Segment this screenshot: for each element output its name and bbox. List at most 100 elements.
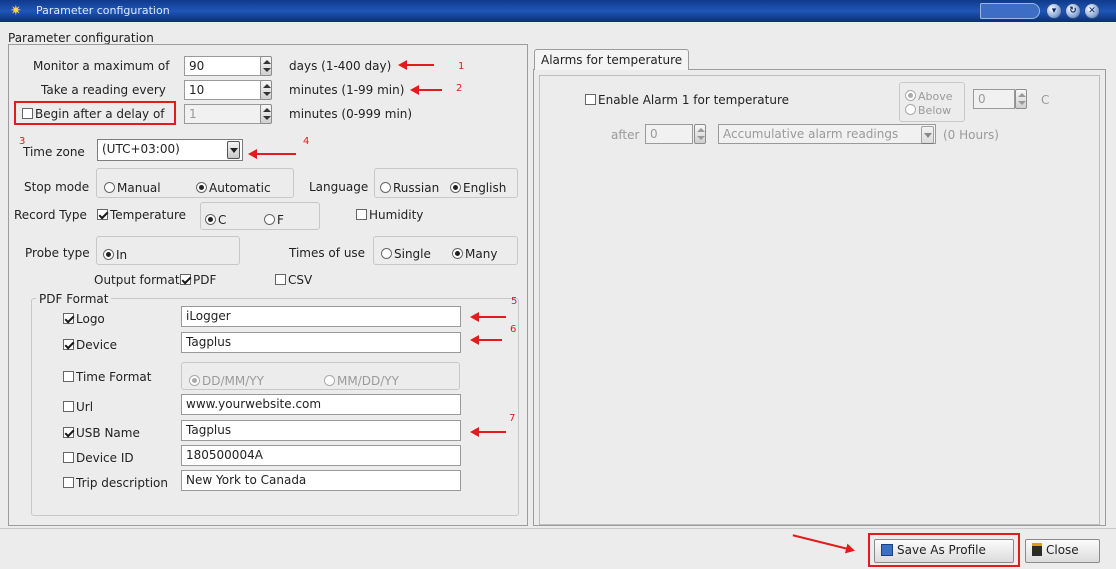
- close-window-button[interactable]: ✕: [1084, 3, 1100, 19]
- reading-input[interactable]: 10: [184, 80, 262, 100]
- language-russian[interactable]: Russian: [380, 181, 439, 195]
- annotation-number-7: 7: [509, 413, 516, 424]
- logo-checkbox[interactable]: [63, 313, 74, 324]
- annotation-number-3: 3: [19, 136, 26, 147]
- window-title: Parameter configuration: [36, 4, 170, 17]
- delay-label: Begin after a delay of: [35, 107, 165, 121]
- english-radio[interactable]: [450, 182, 461, 193]
- output-format-label: Output format: [94, 273, 180, 287]
- device-id-input[interactable]: 180500004A: [181, 445, 461, 466]
- trip-checkbox[interactable]: [63, 477, 74, 488]
- save-as-profile-button[interactable]: Save As Profile: [874, 539, 1014, 563]
- tab-alarms-temperature[interactable]: Alarms for temperature: [534, 49, 690, 70]
- after-label: after: [611, 128, 640, 142]
- threshold-input[interactable]: 0: [973, 89, 1015, 109]
- times-many[interactable]: Many: [452, 247, 497, 261]
- stop-mode-manual[interactable]: Manual: [104, 181, 161, 195]
- annotation-arrow-7: [470, 427, 506, 437]
- time-format-checkbox-row[interactable]: Time Format: [63, 370, 151, 384]
- stop-mode-label: Stop mode: [24, 180, 90, 194]
- reading-spinner[interactable]: [260, 80, 272, 100]
- trip-input[interactable]: New York to Canada: [181, 470, 461, 491]
- csv-checkbox-row[interactable]: CSV: [275, 273, 312, 287]
- device-checkbox[interactable]: [63, 339, 74, 350]
- device-input[interactable]: Tagplus: [181, 332, 461, 353]
- trip-checkbox-row[interactable]: Trip description: [63, 476, 168, 490]
- below-option[interactable]: Below: [905, 104, 951, 117]
- alarm-hours: (0 Hours): [943, 128, 999, 142]
- annotation-number-4: 4: [303, 136, 310, 147]
- russian-radio[interactable]: [380, 182, 391, 193]
- time-format-ddmmyy[interactable]: DD/MM/YY: [189, 374, 264, 388]
- pdf-checkbox[interactable]: [180, 274, 191, 285]
- below-radio[interactable]: [905, 104, 916, 115]
- times-single[interactable]: Single: [381, 247, 431, 261]
- many-radio[interactable]: [452, 248, 463, 259]
- restore-button[interactable]: ↻: [1065, 3, 1081, 19]
- panel-title: Parameter configuration: [8, 31, 154, 45]
- manual-radio[interactable]: [104, 182, 115, 193]
- alarm-mode-dropdown[interactable]: Accumulative alarm readings: [718, 124, 936, 144]
- close-button[interactable]: Close: [1025, 539, 1100, 563]
- unit-f[interactable]: F: [264, 213, 284, 227]
- ddmmyy-radio[interactable]: [189, 375, 200, 386]
- threshold-unit: C: [1041, 93, 1050, 107]
- url-checkbox-row[interactable]: Url: [63, 400, 93, 414]
- above-radio[interactable]: [905, 90, 916, 101]
- minimize-button[interactable]: ▾: [1046, 3, 1062, 19]
- stop-mode-automatic[interactable]: Automatic: [196, 181, 271, 195]
- temperature-checkbox-row[interactable]: Temperature: [97, 208, 186, 222]
- app-logo-icon: ✷: [10, 3, 22, 19]
- logo-checkbox-row[interactable]: Logo: [63, 312, 105, 326]
- enable-alarm-checkbox[interactable]: [585, 94, 596, 105]
- annotation-arrow-2: [410, 85, 442, 95]
- automatic-radio[interactable]: [196, 182, 207, 193]
- delay-spinner[interactable]: [260, 104, 272, 124]
- after-spinner[interactable]: [694, 124, 706, 144]
- delay-checkbox[interactable]: [22, 108, 33, 119]
- threshold-spinner[interactable]: [1015, 89, 1027, 109]
- alarm-mode-dropdown-button[interactable]: [921, 126, 934, 144]
- usb-name-checkbox[interactable]: [63, 427, 74, 438]
- url-input[interactable]: www.yourwebsite.com: [181, 394, 461, 415]
- probe-in-radio[interactable]: [103, 249, 114, 260]
- csv-checkbox[interactable]: [275, 274, 286, 285]
- logo-input[interactable]: iLogger: [181, 306, 461, 327]
- fahrenheit-radio[interactable]: [264, 214, 275, 225]
- annotation-number-6: 6: [510, 324, 517, 335]
- reading-label: Take a reading every: [41, 83, 166, 97]
- enable-alarm-row[interactable]: Enable Alarm 1 for temperature: [585, 93, 789, 107]
- monitor-spinner[interactable]: [260, 56, 272, 76]
- monitor-input[interactable]: 90: [184, 56, 262, 76]
- humidity-checkbox-row[interactable]: Humidity: [356, 208, 423, 222]
- unit-c[interactable]: C: [205, 213, 226, 227]
- floppy-icon: [881, 544, 893, 556]
- delay-checkbox-row[interactable]: Begin after a delay of: [22, 107, 165, 121]
- monitor-unit: days (1-400 day): [289, 59, 392, 73]
- time-format-checkbox[interactable]: [63, 371, 74, 382]
- delay-input[interactable]: 1: [184, 104, 262, 124]
- annotation-arrow-1: [398, 60, 434, 70]
- device-id-checkbox[interactable]: [63, 452, 74, 463]
- mmddyy-radio[interactable]: [324, 375, 335, 386]
- device-id-checkbox-row[interactable]: Device ID: [63, 451, 134, 465]
- after-input[interactable]: 0: [645, 124, 693, 144]
- usb-name-checkbox-row[interactable]: USB Name: [63, 426, 140, 440]
- usb-name-input[interactable]: Tagplus: [181, 420, 461, 441]
- annotation-arrow-5: [470, 312, 506, 322]
- humidity-checkbox[interactable]: [356, 209, 367, 220]
- timezone-dropdown[interactable]: (UTC+03:00): [97, 139, 243, 161]
- single-radio[interactable]: [381, 248, 392, 259]
- language-english[interactable]: English: [450, 181, 506, 195]
- pdf-checkbox-row[interactable]: PDF: [180, 273, 216, 287]
- monitor-label: Monitor a maximum of: [33, 59, 170, 73]
- timezone-dropdown-button[interactable]: [227, 141, 240, 159]
- temperature-checkbox[interactable]: [97, 209, 108, 220]
- url-checkbox[interactable]: [63, 401, 74, 412]
- annotation-arrow-6: [470, 335, 502, 345]
- celsius-radio[interactable]: [205, 214, 216, 225]
- time-format-mmddyy[interactable]: MM/DD/YY: [324, 374, 399, 388]
- probe-in[interactable]: In: [103, 248, 127, 262]
- above-option[interactable]: Above: [905, 90, 953, 103]
- device-checkbox-row[interactable]: Device: [63, 338, 117, 352]
